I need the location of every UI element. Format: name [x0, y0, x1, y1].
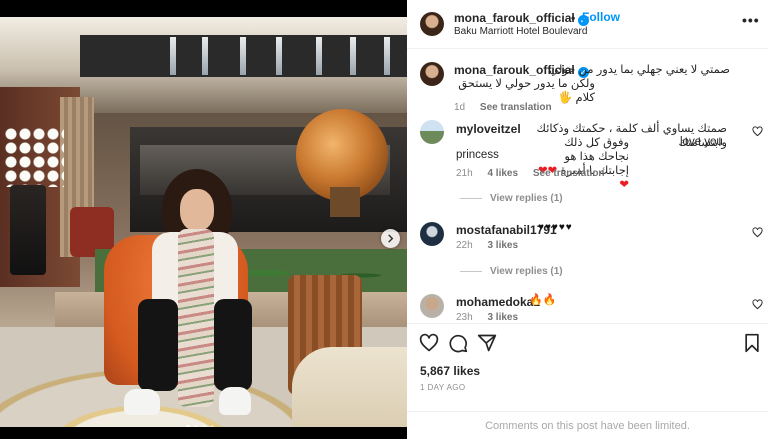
comment-time: 23h: [456, 312, 473, 322]
post-photo[interactable]: [0, 17, 407, 427]
comment-time: 21h: [456, 168, 473, 179]
post-timestamp[interactable]: 1 DAY AGO: [420, 383, 466, 392]
photo-cushion: [292, 347, 407, 427]
heart-icon[interactable]: [419, 333, 439, 353]
comment-text: ♥♥♥♥♥: [538, 222, 573, 233]
post-header: mona_farouk_official ✓ • Follow Baku Marr…: [407, 0, 768, 49]
photo-orchids: [4, 127, 64, 187]
bookmark-icon[interactable]: [742, 333, 762, 353]
comment-icon[interactable]: [448, 333, 468, 353]
chevron-right-icon: [388, 234, 394, 243]
separator-dot: •: [571, 11, 576, 25]
comment-likes[interactable]: 3 likes: [487, 312, 518, 322]
avatar[interactable]: [420, 12, 444, 36]
post-location[interactable]: Baku Marriott Hotel Boulevard: [454, 26, 587, 37]
post-actions: 5,867 likes 1 DAY AGO Comments on this p…: [407, 323, 768, 438]
avatar[interactable]: [420, 294, 444, 318]
caption-meta: 1d See translation: [454, 102, 552, 113]
photo-shoe-right: [219, 387, 251, 415]
comment-meta: 21h 4 likes See translation: [456, 168, 605, 179]
comments-limited-notice: Comments on this post have been limited.: [407, 411, 768, 439]
comment-text-english: love you: [680, 136, 723, 148]
carousel-dot: [210, 425, 214, 427]
comment-likes[interactable]: 3 likes: [487, 240, 518, 251]
comments-list[interactable]: mona_farouk_official ✓ صمتي لا يعني جهلي …: [407, 50, 768, 322]
comment-text-english-2: princess: [456, 149, 499, 161]
comment-likes[interactable]: 4 likes: [487, 168, 518, 179]
view-replies-button[interactable]: View replies (1): [460, 266, 563, 277]
carousel-dot: [194, 425, 198, 427]
photo-person-face: [180, 189, 214, 231]
more-options-icon[interactable]: •••: [742, 12, 760, 28]
comment-username[interactable]: myloveitzel: [456, 122, 521, 136]
comment-text-line2: وفوق كل ذلك نجاحك هذا هو إجابتك يا أميرة…: [538, 137, 629, 191]
see-translation-link[interactable]: See translation: [533, 168, 605, 179]
avatar[interactable]: [420, 222, 444, 246]
carousel-dot: [186, 425, 190, 427]
comment-meta: 23h 3 likes: [456, 312, 518, 322]
comment-like-heart-icon[interactable]: [752, 126, 763, 137]
follow-button[interactable]: Follow: [582, 10, 620, 24]
photo-vase: [10, 185, 46, 275]
paper-plane-icon[interactable]: [477, 333, 497, 353]
hand-emoji-icon: 🖐️: [558, 92, 573, 104]
view-replies-button[interactable]: View replies (1): [460, 193, 563, 204]
photo-person-leg-left: [138, 299, 178, 391]
carousel-dots: [186, 425, 214, 427]
caption-time: 1d: [454, 102, 466, 113]
comment-like-heart-icon[interactable]: [752, 227, 763, 238]
photo-sculpture-stand: [330, 187, 360, 217]
photo-light-fixture: [80, 35, 407, 77]
comment-like-heart-icon[interactable]: [752, 299, 763, 310]
post-author-username[interactable]: mona_farouk_official ✓: [454, 11, 589, 26]
next-photo-button[interactable]: [381, 229, 400, 248]
comment-username[interactable]: mohamedoka1: [456, 295, 540, 309]
photo-scarf: [178, 229, 214, 407]
photo-shoe-left: [124, 389, 160, 415]
carousel-dot: [202, 425, 206, 427]
comment-time: 22h: [456, 240, 473, 251]
comment-text: 🔥🔥: [529, 294, 557, 306]
caption-text-line1: صمتي لا يعني جهلي بما يدور من حولي: [549, 64, 730, 76]
comment-meta: 22h 3 likes: [456, 240, 518, 251]
photo-person-leg-right: [214, 299, 252, 391]
avatar[interactable]: [420, 120, 444, 144]
caption-text-line2: ولكن ما يدور حولي لا يستحق كلام 🖐️: [458, 78, 595, 104]
post-likes-count[interactable]: 5,867 likes: [420, 364, 480, 378]
post-sidebar: mona_farouk_official ✓ • Follow Baku Marr…: [407, 0, 768, 439]
see-translation-link[interactable]: See translation: [480, 102, 552, 113]
avatar[interactable]: [420, 62, 444, 86]
